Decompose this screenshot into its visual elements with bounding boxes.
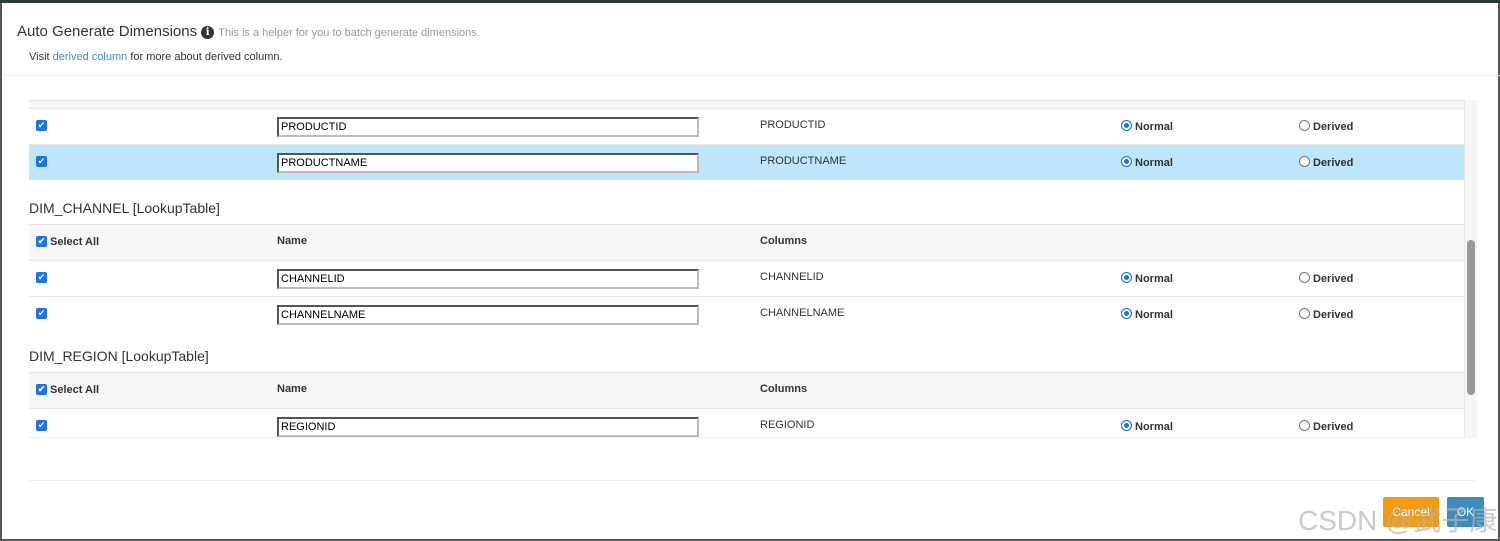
scrollbar[interactable] — [1464, 100, 1477, 437]
table-row: ✔ PRODUCTID Normal Derived — [29, 108, 1464, 144]
normal-radio[interactable]: Normal — [1121, 420, 1173, 433]
row-checkbox[interactable]: ✔ — [36, 120, 47, 131]
name-input[interactable] — [277, 269, 699, 289]
select-all-checkbox[interactable]: ✔ — [36, 384, 47, 395]
footer-divider — [29, 480, 1477, 481]
name-input[interactable] — [277, 305, 699, 325]
table-title: DIM_CHANNEL [LookupTable] — [29, 200, 220, 216]
table-row: ✔ CHANNELID Normal Derived — [29, 260, 1464, 296]
modal-title: Auto Generate Dimensions i This is a helpe… — [17, 23, 480, 40]
dimensions-scroll-area[interactable]: ✔ PRODUCTID Normal Derived ✔ PRODUCTNAME… — [29, 100, 1477, 438]
row-checkbox[interactable]: ✔ — [36, 272, 47, 283]
name-input[interactable] — [277, 117, 699, 137]
name-input[interactable] — [277, 417, 699, 437]
normal-radio[interactable]: Normal — [1121, 120, 1173, 133]
ok-button[interactable]: OK — [1447, 497, 1484, 527]
cancel-button[interactable]: Cancel — [1383, 497, 1439, 527]
table-header-partial — [29, 100, 1464, 108]
normal-radio[interactable]: Normal — [1121, 156, 1173, 169]
row-checkbox[interactable]: ✔ — [36, 156, 47, 167]
derived-column-link[interactable]: derived column — [53, 51, 128, 63]
visit-text: Visit derived column for more about deri… — [29, 51, 283, 63]
table-row: ✔ REGIONID Normal Derived — [29, 408, 1464, 437]
table-header: ✔ Select All Name Columns — [29, 224, 1464, 260]
table-header: ✔ Select All Name Columns — [29, 372, 1464, 408]
derived-radio[interactable]: Derived — [1299, 120, 1353, 133]
table-row: ✔ CHANNELNAME Normal Derived — [29, 296, 1464, 332]
scrollbar-thumb[interactable] — [1467, 240, 1475, 395]
auto-generate-dimensions-modal: Auto Generate Dimensions i This is a helpe… — [0, 3, 1500, 541]
info-icon[interactable]: i — [201, 26, 215, 39]
table-row-selected: ✔ PRODUCTNAME Normal Derived — [29, 144, 1464, 180]
row-checkbox[interactable]: ✔ — [36, 308, 47, 319]
divider — [2, 75, 1500, 76]
help-text: This is a helper for you to batch genera… — [218, 27, 480, 39]
select-all-checkbox[interactable]: ✔ — [36, 236, 47, 247]
table-title: DIM_REGION [LookupTable] — [29, 348, 209, 364]
name-input[interactable] — [277, 153, 699, 173]
derived-radio[interactable]: Derived — [1299, 156, 1353, 169]
derived-radio[interactable]: Derived — [1299, 420, 1353, 433]
row-checkbox[interactable]: ✔ — [36, 420, 47, 431]
normal-radio[interactable]: Normal — [1121, 272, 1173, 285]
derived-radio[interactable]: Derived — [1299, 308, 1353, 321]
derived-radio[interactable]: Derived — [1299, 272, 1353, 285]
normal-radio[interactable]: Normal — [1121, 308, 1173, 321]
